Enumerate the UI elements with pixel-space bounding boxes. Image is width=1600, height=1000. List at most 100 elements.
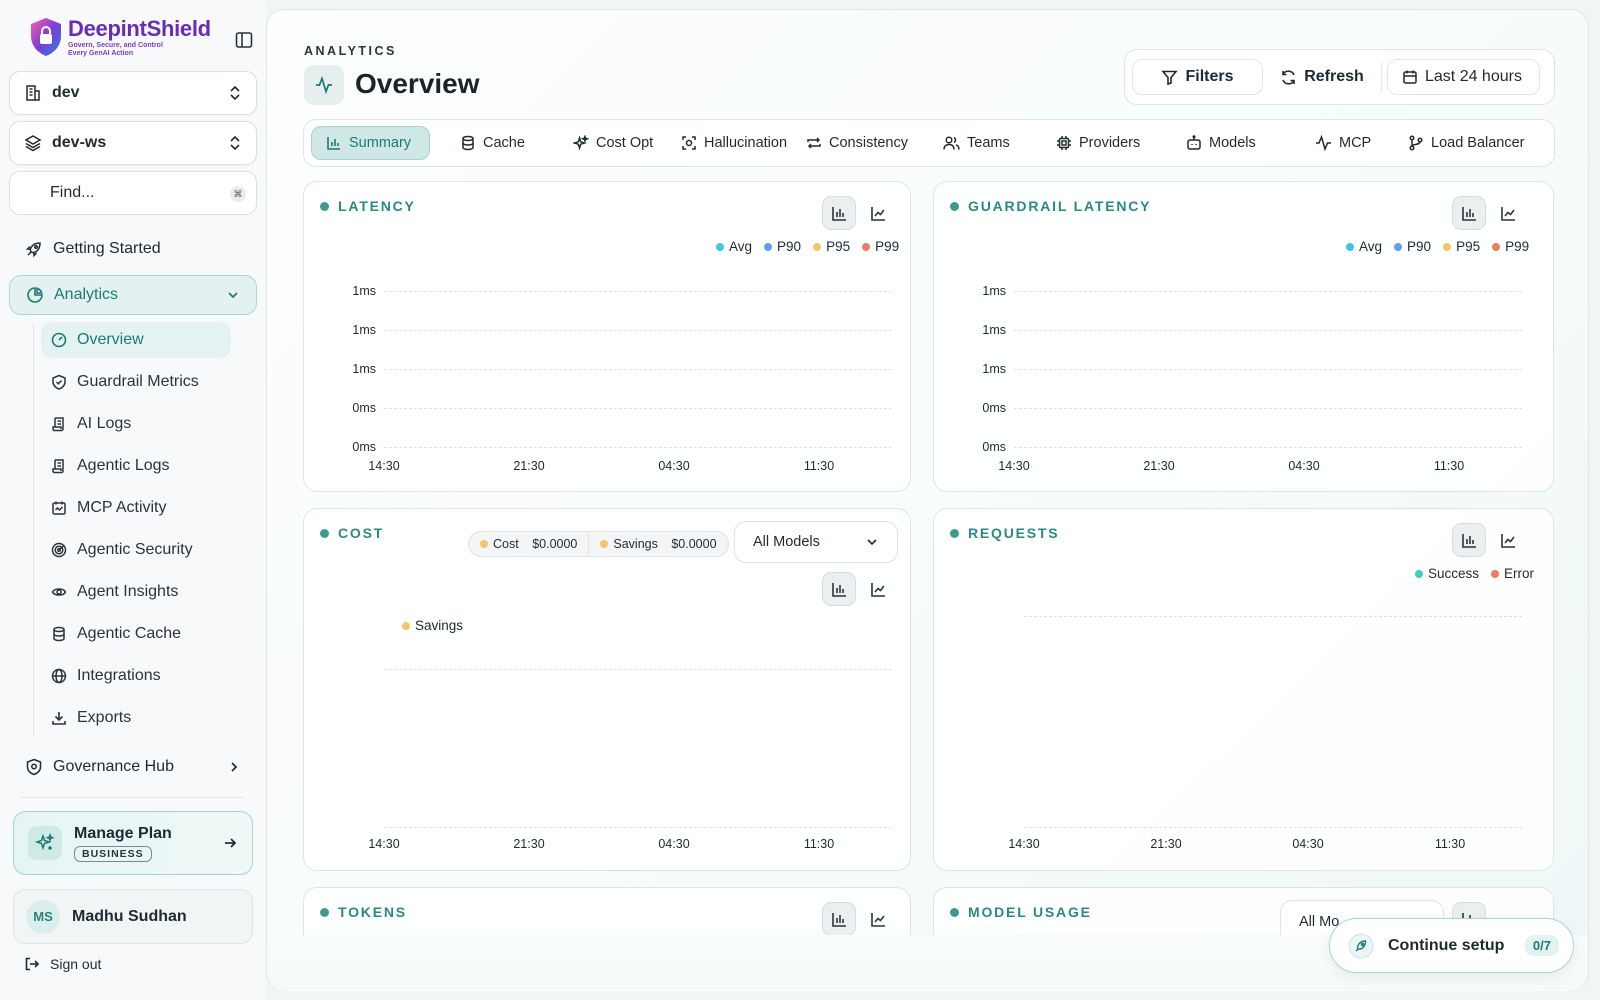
- refresh-button[interactable]: Refresh: [1266, 59, 1378, 95]
- legend-label: P99: [875, 239, 900, 254]
- continue-setup-button[interactable]: Continue setup 0/7: [1329, 918, 1574, 973]
- grid-line: [384, 408, 892, 409]
- y-tick-label: 1ms: [352, 284, 376, 298]
- legend-item: Avg: [716, 239, 752, 254]
- repeat-icon: [807, 137, 821, 149]
- sub-item-guardrail-metrics[interactable]: Guardrail Metrics: [41, 364, 231, 400]
- tab-mcp[interactable]: MCP: [1301, 126, 1385, 160]
- tab-label: Cache: [483, 135, 525, 151]
- sidebar: DeepintShield Govern, Secure, and Contro…: [0, 0, 266, 1000]
- cost-summary-pill: Cost $0.0000 Savings $0.0000: [468, 531, 729, 557]
- nav-analytics[interactable]: Analytics: [9, 275, 257, 315]
- grid-line: [1014, 447, 1522, 448]
- breadcrumb: ANALYTICS: [304, 44, 397, 58]
- sub-item-label: Guardrail Metrics: [77, 373, 199, 390]
- arrow-right-icon: [225, 838, 237, 848]
- search-input[interactable]: Find... ⌘: [9, 171, 257, 215]
- bar-chart-toggle-icon[interactable]: [822, 902, 856, 936]
- workspace-select[interactable]: dev-ws: [9, 121, 257, 165]
- building-icon: [26, 85, 40, 101]
- tab-providers[interactable]: Providers: [1042, 126, 1154, 160]
- refresh-icon: [1282, 69, 1296, 85]
- grid-line: [1014, 291, 1522, 292]
- sub-item-label: Integrations: [77, 667, 161, 684]
- x-tick-label: 11:30: [803, 837, 835, 851]
- sub-item-ai-logs[interactable]: AI Logs: [41, 406, 231, 442]
- x-tick-label: 04:30: [658, 837, 690, 851]
- tab-teams[interactable]: Teams: [929, 126, 1024, 160]
- tab-load-balancer[interactable]: Load Balancer: [1394, 126, 1539, 160]
- eye-icon: [51, 588, 67, 596]
- requests-title: REQUESTS: [968, 525, 1060, 541]
- date-range-button[interactable]: Last 24 hours: [1387, 59, 1540, 95]
- filters-label: Filters: [1185, 68, 1234, 85]
- sub-item-agentic-cache[interactable]: Agentic Cache: [41, 616, 231, 652]
- tab-summary[interactable]: Summary: [311, 126, 430, 160]
- tab-models[interactable]: Models: [1172, 126, 1270, 160]
- tab-cost-opt[interactable]: Cost Opt: [559, 126, 667, 160]
- plan-tier-badge: BUSINESS: [74, 845, 152, 862]
- bar-chart-toggle-icon[interactable]: [822, 196, 856, 230]
- org-select-value: dev: [52, 84, 80, 101]
- sub-item-exports[interactable]: Exports: [41, 700, 231, 736]
- sidebar-toggle-icon[interactable]: [234, 30, 254, 50]
- sub-item-agentic-security[interactable]: Agentic Security: [41, 532, 231, 568]
- workspace-select-value: dev-ws: [52, 134, 107, 151]
- plan-title: Manage Plan: [74, 824, 172, 842]
- card-title: GUARDRAIL LATENCY: [950, 198, 1151, 214]
- tab-label: Cost Opt: [596, 135, 654, 151]
- chart-type-toggle: [1452, 196, 1525, 230]
- brand-logo[interactable]: DeepintShield Govern, Secure, and Contro…: [28, 16, 211, 58]
- tab-hallucination[interactable]: Hallucination: [667, 126, 801, 160]
- scan-icon: [682, 136, 696, 150]
- line-chart-toggle-icon[interactable]: [861, 572, 895, 606]
- chart-legend: Success Error: [1415, 566, 1534, 581]
- sub-item-integrations[interactable]: Integrations: [41, 658, 231, 694]
- users-icon: [943, 136, 960, 150]
- cpu-icon: [1057, 136, 1071, 150]
- chart-type-toggle: [822, 572, 895, 606]
- org-select[interactable]: dev: [9, 71, 257, 115]
- x-tick-label: 14:30: [1008, 837, 1040, 851]
- sub-item-label: Exports: [77, 709, 132, 726]
- line-chart-toggle-icon[interactable]: [1491, 196, 1525, 230]
- legend-item: P90: [1394, 239, 1431, 254]
- tab-label: Hallucination: [704, 135, 788, 151]
- legend-label: Avg: [729, 239, 753, 254]
- model-filter-select[interactable]: All Models: [734, 521, 898, 563]
- date-range-label: Last 24 hours: [1425, 68, 1522, 85]
- bar-chart-toggle-icon[interactable]: [1452, 196, 1486, 230]
- legend-label: P95: [826, 239, 851, 254]
- nav-getting-started[interactable]: Getting Started: [9, 229, 257, 269]
- filters-button[interactable]: Filters: [1132, 59, 1263, 95]
- sub-item-overview[interactable]: Overview: [41, 322, 231, 358]
- model-filter-value: All Mo: [1299, 914, 1340, 930]
- sign-out-button[interactable]: Sign out: [24, 956, 101, 972]
- chevron-down-icon: [867, 539, 877, 546]
- nav-getting-started-label: Getting Started: [53, 240, 161, 257]
- toolbar-divider: [1381, 62, 1382, 92]
- grid-line: [384, 669, 892, 670]
- y-tick-label: 1ms: [982, 362, 1006, 376]
- bar-chart-toggle-icon[interactable]: [822, 572, 856, 606]
- sub-item-mcp-activity[interactable]: MCP Activity: [41, 490, 231, 526]
- user-profile[interactable]: MS Madhu Sudhan: [13, 889, 253, 944]
- layers-icon: [24, 135, 42, 152]
- manage-plan-card[interactable]: Manage Plan BUSINESS: [13, 811, 253, 875]
- y-tick-label: 0ms: [352, 401, 376, 415]
- sub-item-agent-insights[interactable]: Agent Insights: [41, 574, 231, 610]
- sub-item-agentic-logs[interactable]: Agentic Logs: [41, 448, 231, 484]
- bar-chart-toggle-icon[interactable]: [1452, 523, 1486, 557]
- y-tick-label: 0ms: [982, 440, 1006, 454]
- guardrail-latency-title: GUARDRAIL LATENCY: [968, 198, 1152, 214]
- y-tick-label: 0ms: [982, 401, 1006, 415]
- line-chart-toggle-icon[interactable]: [861, 902, 895, 936]
- tab-consistency[interactable]: Consistency: [792, 126, 922, 160]
- header-toolbar: Filters Refresh Last 24 hours: [1124, 49, 1555, 105]
- tab-label: Summary: [349, 135, 412, 151]
- nav-governance-hub[interactable]: Governance Hub: [9, 747, 257, 787]
- line-chart-toggle-icon[interactable]: [1491, 523, 1525, 557]
- tab-cache[interactable]: Cache: [446, 126, 539, 160]
- grid-line: [1024, 616, 1522, 617]
- line-chart-toggle-icon[interactable]: [861, 196, 895, 230]
